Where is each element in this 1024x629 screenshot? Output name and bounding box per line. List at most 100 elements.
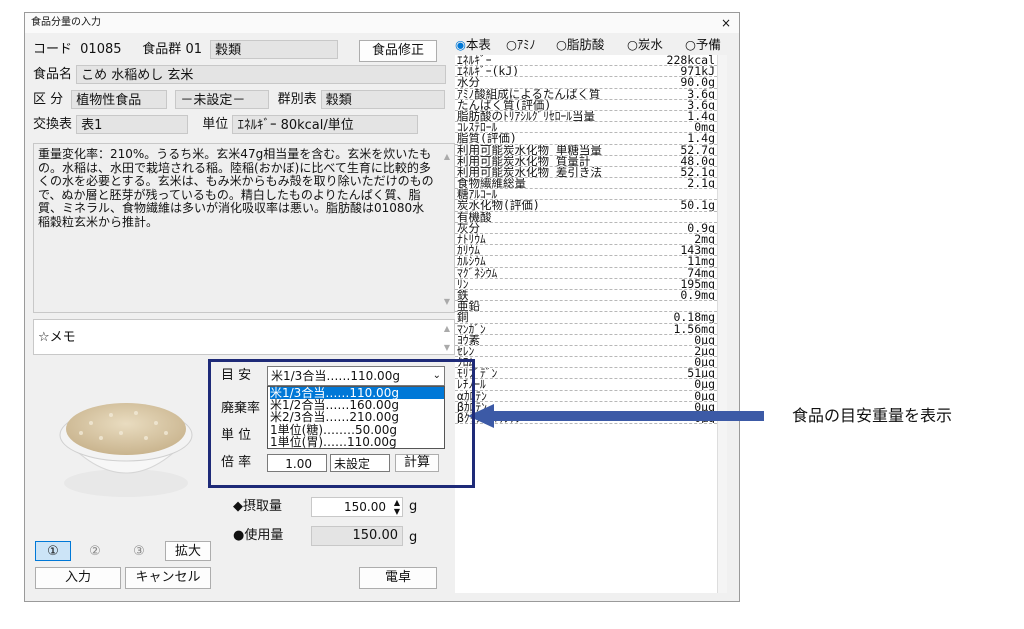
nutrient-value: 0mg bbox=[694, 122, 715, 134]
memo-text: ☆メモ bbox=[38, 330, 76, 345]
unit-value: ｴﾈﾙｷﾞｰ 80kcal/単位 bbox=[232, 115, 419, 134]
annotation-text: 食品の目安重量を表示 bbox=[792, 406, 953, 425]
table-value: 穀類 bbox=[320, 90, 445, 109]
food-portion-dialog: 食品分量の入力 × コード 01085 食品群 01 穀類 食品修正 食品名 こ… bbox=[24, 12, 740, 602]
nutrient-row: たんぱく質(評価) 3.6g bbox=[455, 100, 727, 111]
nutrient-name: 食物繊維総量 bbox=[457, 178, 526, 190]
annotation-arrow bbox=[468, 404, 764, 428]
intake-label: ◆摂取量 bbox=[233, 499, 282, 514]
radio-carb[interactable]: ○炭水 bbox=[627, 37, 663, 53]
radio-reserve[interactable]: ○予備 bbox=[685, 37, 721, 53]
nutrient-value: 2.1g bbox=[687, 178, 715, 190]
nutrient-row: 利用可能炭水化物 単糖当量 52.7g bbox=[455, 145, 727, 156]
food-name-value: こめ 水稲めし 玄米 bbox=[76, 65, 447, 84]
radio-unchecked-icon: ○ bbox=[627, 37, 638, 52]
nutrient-name: 水分 bbox=[457, 77, 480, 89]
memo-scroll-up-icon[interactable]: ▲ bbox=[440, 324, 454, 333]
nutrient-value: 228kcal bbox=[666, 55, 715, 67]
nutrient-row: 脂肪酸のﾄﾘｱｼﾙｸﾞﾘｾﾛｰﾙ当量 1.4g bbox=[455, 110, 727, 123]
group-number: 01 bbox=[185, 42, 202, 57]
nutrient-value: 0μg bbox=[694, 379, 715, 391]
radio-honpyo[interactable]: ◉本表 bbox=[455, 37, 491, 53]
tab-1[interactable]: ① bbox=[35, 541, 71, 561]
nutrient-value: 971kJ bbox=[680, 66, 715, 78]
nutrient-row: ﾅﾄﾘｳﾑ 2mg bbox=[455, 234, 727, 246]
nutrient-name: 有機酸 bbox=[457, 211, 492, 223]
nutrient-value: 52.7g bbox=[680, 144, 715, 156]
food-name-row: 食品名 こめ 水稲めし 玄米 bbox=[33, 65, 447, 85]
radio-unchecked-icon: ○ bbox=[506, 37, 517, 52]
memo-scroll-down-icon[interactable]: ▼ bbox=[440, 343, 454, 352]
nutrient-name: たんぱく質(評価) bbox=[457, 99, 552, 111]
nutrient-row: 有機酸 bbox=[455, 212, 727, 223]
nutrient-name: 灰分 bbox=[457, 222, 480, 234]
nutrient-row: 灰分 0.9g bbox=[455, 223, 727, 234]
nutrient-name: ﾘﾝ bbox=[457, 278, 469, 290]
nutrient-value: 1.4g bbox=[687, 133, 715, 145]
close-icon[interactable]: × bbox=[721, 13, 731, 33]
nutrient-name: ｶﾘｳﾑ bbox=[457, 245, 480, 257]
intake-spinner-icon[interactable]: ▲ ▼ bbox=[394, 498, 400, 516]
nutrient-row: ｾﾚﾝ 2μg bbox=[455, 346, 727, 358]
nutrient-name: 利用可能炭水化物 単糖当量 bbox=[457, 144, 602, 156]
nutrient-row: ﾘﾝ 195mg bbox=[455, 279, 727, 290]
nutrient-scrollbar[interactable] bbox=[717, 55, 727, 593]
radio-unchecked-icon: ○ bbox=[556, 37, 567, 52]
code-label: コード bbox=[33, 42, 73, 57]
nutrient-row: 食物繊維総量 2.1g bbox=[455, 178, 727, 190]
scroll-down-icon[interactable]: ▼ bbox=[440, 295, 454, 309]
description-scrollbar[interactable]: ▲ ▼ bbox=[440, 144, 454, 312]
cancel-button[interactable]: キャンセル bbox=[125, 567, 211, 589]
nutrient-name: ｱﾐﾉ酸組成によるたんぱく質 bbox=[457, 88, 601, 100]
exchange-value: 表1 bbox=[76, 115, 189, 134]
nutrient-row: 炭水化物(評価) 50.1g bbox=[455, 200, 727, 212]
intake-value: 150.00 bbox=[344, 500, 386, 514]
nutrient-row: ｴﾈﾙｷﾞｰ 228kcal bbox=[455, 55, 727, 67]
memo-field[interactable]: ☆メモ ▲ ▼ bbox=[33, 319, 455, 355]
code-row: コード 01085 食品群 01 穀類 bbox=[33, 40, 339, 60]
nutrient-value: 0.9mg bbox=[680, 289, 715, 302]
nutrient-name: 脂質(評価) bbox=[457, 133, 517, 145]
modify-food-button[interactable]: 食品修正 bbox=[359, 40, 437, 62]
nutrient-row: ｱﾐﾉ酸組成によるたんぱく質 3.6g bbox=[455, 89, 727, 100]
nutrient-name: 糖ｱﾙｺｰﾙ bbox=[457, 189, 498, 201]
radio-fatty-acid[interactable]: ○脂肪酸 bbox=[556, 37, 604, 53]
nutrient-list[interactable]: ｴﾈﾙｷﾞｰ 228kcal ｴﾈﾙｷﾞｰ(kJ) 971kJ 水分 90.0g ｱﾐﾉ酸組… bbox=[455, 55, 727, 593]
nutrient-value: 1.56mg bbox=[673, 323, 715, 335]
unit-label: 単位 bbox=[202, 117, 229, 132]
nutrient-name: ｴﾈﾙｷﾞｰ bbox=[457, 55, 492, 67]
nutrient-row: αｶﾛﾃﾝ 0μg bbox=[455, 391, 727, 402]
nutrient-name: 銅 bbox=[457, 312, 469, 324]
radio-amino[interactable]: ○ｱﾐﾉ bbox=[506, 37, 536, 53]
nutrient-value: 1.4g bbox=[687, 110, 715, 123]
group-value: 穀類 bbox=[210, 40, 339, 59]
nutrient-name: ｶﾙｼｳﾑ bbox=[457, 256, 486, 268]
nutrient-value: 74mg bbox=[687, 267, 715, 279]
intake-unit: g bbox=[409, 499, 418, 514]
nutrient-row: ﾓﾘﾌﾞﾃﾞﾝ 51μg bbox=[455, 368, 727, 380]
radio-checked-icon: ◉ bbox=[455, 37, 466, 52]
nutrient-name: ﾏｸﾞﾈｼｳﾑ bbox=[457, 267, 498, 279]
nutrient-row: 鉄 0.9mg bbox=[455, 289, 727, 302]
memo-scrollbar[interactable]: ▲ ▼ bbox=[440, 320, 454, 354]
nutrient-row: ｶﾙｼｳﾑ 11mg bbox=[455, 256, 727, 268]
nutrient-value: 52.1g bbox=[680, 166, 715, 179]
nutrient-row: 糖ｱﾙｺｰﾙ bbox=[455, 189, 727, 201]
nutrient-name: 亜鉛 bbox=[457, 301, 480, 313]
calculator-button[interactable]: 電卓 bbox=[359, 567, 437, 589]
nutrient-value: 2mg bbox=[694, 234, 715, 246]
nutrient-row: ｸﾛﾑ 0μg bbox=[455, 357, 727, 369]
intake-input[interactable]: 150.00 ▲ ▼ bbox=[311, 497, 403, 517]
rice-bowl-image bbox=[59, 403, 193, 497]
description-text[interactable]: 重量変化率：210%。うるち米。玄米47g相当量を含む。玄米を炊いたもの。水稲は… bbox=[33, 143, 455, 313]
nutrient-rows: ｴﾈﾙｷﾞｰ 228kcal ｴﾈﾙｷﾞｰ(kJ) 971kJ 水分 90.0g ｱﾐﾉ酸組… bbox=[455, 55, 727, 425]
scroll-up-icon[interactable]: ▲ bbox=[440, 150, 454, 164]
nutrient-value: 51μg bbox=[687, 368, 715, 380]
input-button[interactable]: 入力 bbox=[35, 567, 121, 589]
nutrient-row: ｺﾚｽﾃﾛｰﾙ 0mg bbox=[455, 122, 727, 134]
usage-label: ●使用量 bbox=[233, 528, 284, 543]
tab-2[interactable]: ② bbox=[77, 541, 113, 561]
tab-3[interactable]: ③ bbox=[121, 541, 157, 561]
zoom-button[interactable]: 拡大 bbox=[165, 541, 211, 561]
food-name-label: 食品名 bbox=[33, 67, 73, 82]
